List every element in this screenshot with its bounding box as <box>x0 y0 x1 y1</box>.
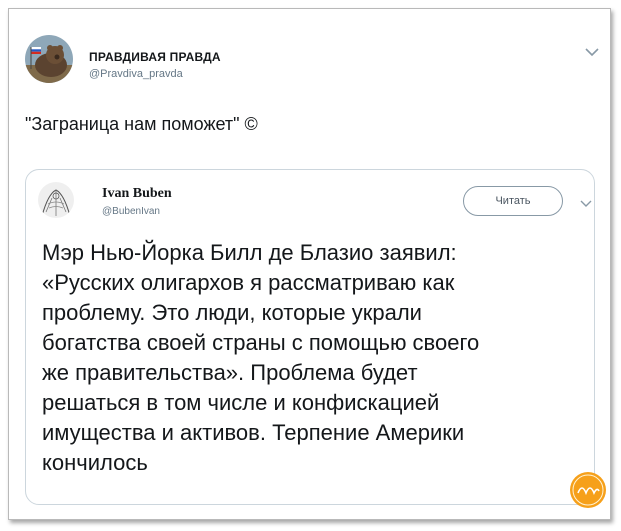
chevron-down-icon[interactable] <box>585 47 599 57</box>
logo-watermark <box>569 471 607 509</box>
quoted-author-name[interactable]: Ivan Buben <box>102 186 172 202</box>
follow-button[interactable]: Читать <box>463 186 563 216</box>
chevron-down-icon[interactable] <box>580 200 592 208</box>
quoted-author-avatar[interactable] <box>38 182 74 218</box>
quoted-tweet-text: Мэр Нью-Йорка Билл де Блазио заявил: «Ру… <box>42 240 480 475</box>
author-name[interactable]: ПРАВДИВАЯ ПРАВДА <box>89 50 221 64</box>
author-avatar[interactable] <box>25 35 73 83</box>
tweet-card: ПРАВДИВАЯ ПРАВДА @Pravdiva_pravda "Загра… <box>8 8 611 520</box>
quoted-author-handle[interactable]: @BubenIvan <box>102 206 160 217</box>
quoted-tweet[interactable]: Ivan Buben @BubenIvan Читать Мэр Нью-Йор… <box>25 169 595 505</box>
tweet-text: "Заграница нам поможет" © <box>25 114 258 134</box>
author-handle[interactable]: @Pravdiva_pravda <box>89 68 183 80</box>
